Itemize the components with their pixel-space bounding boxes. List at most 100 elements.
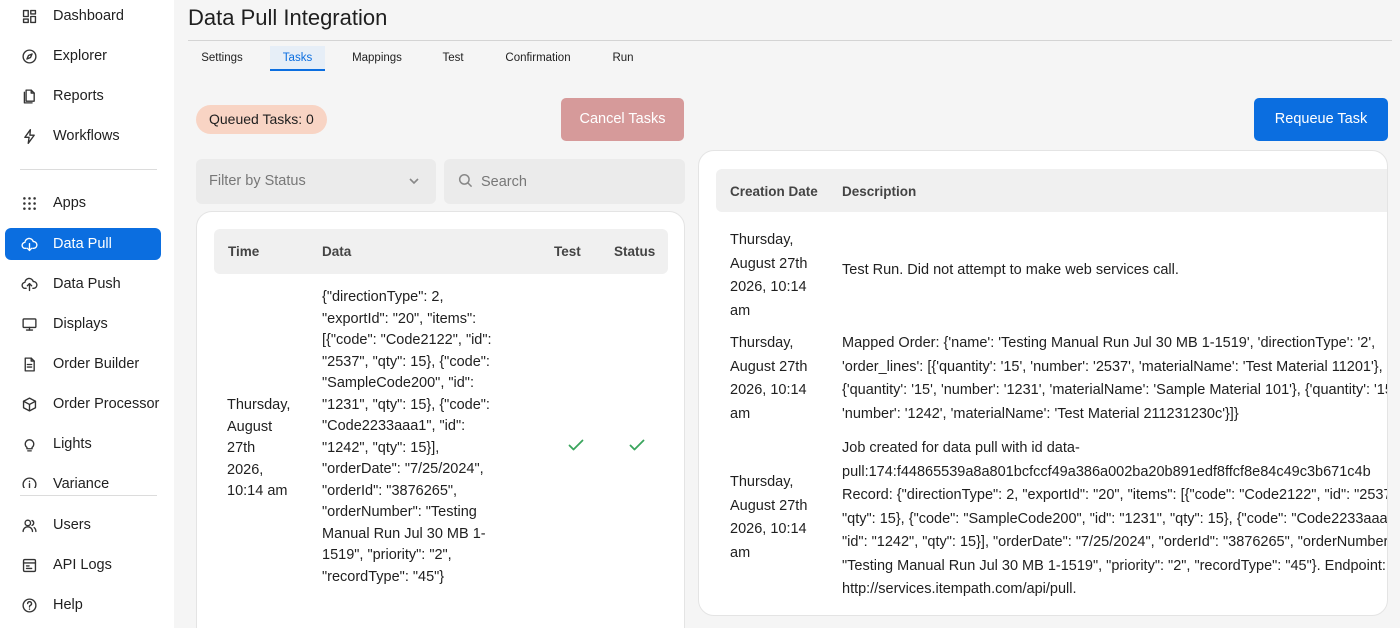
tab-run[interactable]: Run (602, 46, 644, 71)
tab-test[interactable]: Test (432, 46, 474, 71)
sidebar-item-label: Apps (53, 195, 87, 211)
data-line: Manual Run Jul 30 MB 1- (322, 525, 486, 542)
status-filter-select[interactable]: Filter by Status (196, 159, 436, 204)
sidebar-item-users[interactable]: Users (5, 509, 161, 541)
date-line: August 27th (730, 358, 808, 375)
compass-icon (19, 46, 39, 66)
log-date-cell: Thursday, August 27th 2026, 10:14 am (730, 229, 807, 323)
apps-grid-icon (19, 193, 39, 213)
description-line: pull:174:f44865539a8a801bcfccf49a386a002… (842, 463, 1371, 480)
sidebar-item-workflows[interactable]: Workflows (5, 120, 161, 152)
search-input[interactable] (481, 159, 676, 204)
description-line: 'number': '1242', 'materialName': 'Test … (842, 405, 1239, 422)
log-description-cell: Job created for data pull with id data- … (842, 437, 1388, 602)
cancel-tasks-button[interactable]: Cancel Tasks (561, 98, 684, 141)
description-line: 'order_lines': [{'quantity': '15', 'numb… (842, 358, 1383, 375)
users-icon (19, 515, 39, 535)
description-line: Mapped Order: {'name': 'Testing Manual R… (842, 335, 1376, 351)
date-line: Thursday, (730, 474, 794, 490)
time-line: August (227, 418, 273, 435)
sidebar-item-data-push[interactable]: Data Push (5, 268, 161, 300)
sidebar-item-lights[interactable]: Lights (5, 428, 161, 460)
column-header-test: Test (554, 244, 581, 259)
tab-settings[interactable]: Settings (188, 46, 256, 71)
data-line: [{"code": "Code2122", "id": (322, 332, 492, 348)
tasks-table-header: Time Data Test Status (214, 229, 668, 274)
data-line: 1519", "priority": "2", (322, 547, 452, 563)
date-line: Thursday, (730, 232, 794, 248)
search-icon (458, 173, 473, 192)
log-date-cell: Thursday, August 27th 2026, 10:14 am (730, 471, 807, 565)
time-line: Thursday, (227, 397, 291, 413)
sidebar-item-data-pull[interactable]: Data Pull (5, 228, 161, 260)
sidebar-item-order-processor[interactable]: Order Processor (5, 388, 161, 420)
sidebar-item-displays[interactable]: Displays (5, 308, 161, 340)
sidebar-item-label: Data Push (53, 276, 121, 292)
data-line: "recordType": "45"} (322, 568, 445, 585)
log-date-cell: Thursday, August 27th 2026, 10:14 am (730, 332, 807, 426)
api-logs-icon (19, 555, 39, 575)
cloud-upload-icon (19, 274, 39, 294)
data-line: "1242", "qty": 15}], (322, 439, 440, 456)
column-header-description: Description (842, 184, 917, 199)
task-time-cell: Thursday, August 27th 2026, 10:14 am (227, 395, 290, 503)
sidebar-item-apps[interactable]: Apps (5, 187, 161, 219)
description-line: http://services.itempath.com/api/pull. (842, 581, 1077, 597)
sidebar-item-dashboard[interactable]: Dashboard (5, 0, 161, 32)
document-icon (19, 354, 39, 374)
data-line: "SampleCode200", "id": (322, 375, 474, 391)
status-check-icon (628, 436, 646, 462)
queued-tasks-badge: Queued Tasks: 0 (196, 105, 327, 134)
description-line: Job created for data pull with id data- (842, 440, 1080, 456)
column-header-status: Status (614, 244, 656, 259)
data-line: "orderNumber": "Testing (322, 504, 477, 520)
sidebar-item-label: Reports (53, 88, 104, 104)
date-line: am (730, 302, 751, 319)
sidebar-item-help[interactable]: Help (5, 589, 161, 621)
sidebar-item-label: Order Builder (53, 356, 140, 372)
sidebar-divider (20, 495, 157, 496)
page-title: Data Pull Integration (188, 5, 388, 30)
date-line: am (730, 544, 751, 561)
sidebar-item-explorer[interactable]: Explorer (5, 40, 161, 72)
date-line: 2026, 10:14 (730, 521, 807, 537)
lightbulb-icon (19, 434, 39, 454)
tab-confirmation[interactable]: Confirmation (492, 46, 584, 71)
data-line: "1231", "qty": 15}, {"code": (322, 396, 490, 413)
sidebar-item-order-builder[interactable]: Order Builder (5, 348, 161, 380)
description-line: "qty": 15}, {"code": "SampleCode200", "i… (842, 510, 1388, 527)
data-line: "orderId": "3876265", (322, 482, 458, 499)
sidebar: Dashboard Explorer Reports Workflows App… (0, 0, 174, 628)
description-line: {'quantity': '15', 'number': '1231', 'ma… (842, 382, 1388, 398)
help-icon (19, 595, 39, 615)
data-line: "2537", "qty": 15}, {"code": (322, 353, 490, 370)
sidebar-item-label: API Logs (53, 557, 112, 573)
sidebar-item-reports[interactable]: Reports (5, 80, 161, 112)
column-header-time: Time (228, 244, 260, 259)
requeue-task-button[interactable]: Requeue Task (1254, 98, 1388, 141)
date-line: August 27th (730, 255, 808, 272)
reports-icon (19, 86, 39, 106)
box-icon (19, 394, 39, 414)
dashboard-icon (19, 6, 39, 26)
chevron-down-icon (408, 175, 420, 191)
monitor-icon (19, 314, 39, 334)
sidebar-item-label: Lights (53, 436, 92, 452)
date-line: 2026, 10:14 (730, 382, 807, 398)
data-line: "orderDate": "7/25/2024", (322, 461, 484, 477)
sidebar-item-variance[interactable]: Variance (5, 468, 161, 488)
tab-mappings[interactable]: Mappings (341, 46, 413, 71)
sidebar-scroll-area[interactable]: Apps Data Pull Data Push Displays Order … (0, 180, 174, 488)
sidebar-item-label: Variance (53, 476, 110, 488)
description-line: Record: {"directionType": 2, "exportId":… (842, 487, 1388, 503)
task-data-cell: {"directionType": 2, "exportId": "20", "… (322, 287, 492, 588)
cloud-download-icon (19, 234, 39, 254)
test-check-icon (567, 436, 585, 462)
data-line: "Code2233aaa1", "id": (322, 418, 466, 434)
task-log-card: Creation Date Description Thursday, Augu… (698, 150, 1388, 616)
sidebar-item-api-logs[interactable]: API Logs (5, 549, 161, 581)
log-table-header: Creation Date Description (716, 169, 1387, 212)
tab-tasks[interactable]: Tasks (270, 46, 325, 71)
description-line: "Testing Manual Run Jul 30 MB 1-1519", "… (842, 557, 1386, 574)
sidebar-divider (20, 169, 157, 170)
